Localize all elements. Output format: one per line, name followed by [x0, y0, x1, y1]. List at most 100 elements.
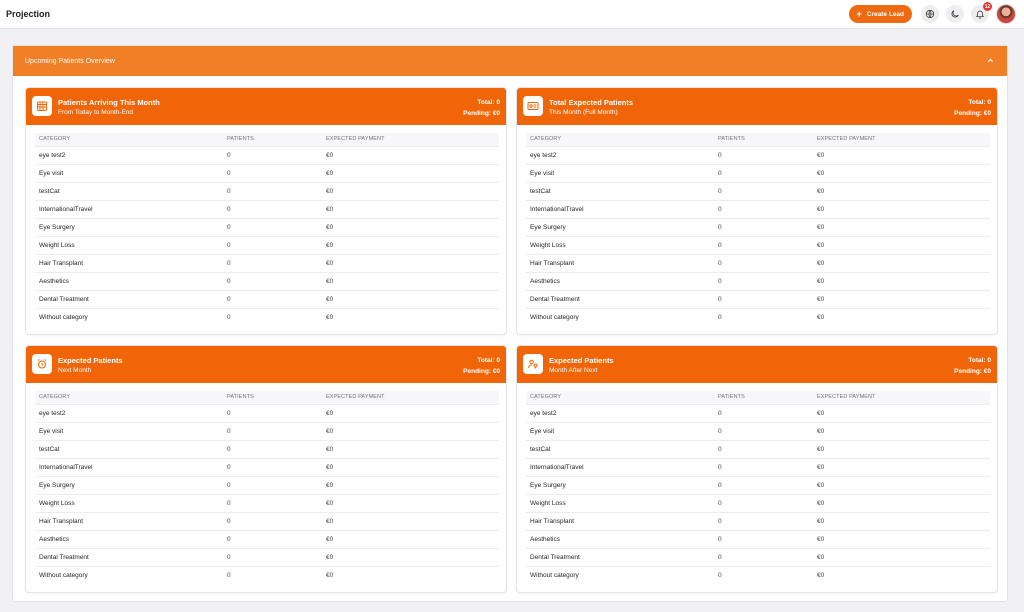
theme-toggle-button[interactable]	[946, 5, 964, 23]
category-cell: Without category	[526, 307, 714, 326]
table-row: InternationalTravel 0 €0	[526, 199, 990, 218]
column-header-patients: PATIENTS	[718, 136, 745, 143]
overview-header[interactable]: Upcoming Patients Overview	[13, 46, 1007, 76]
payment-cell: €0	[322, 163, 499, 182]
category-cell: eye test2	[35, 145, 223, 164]
payment-cell: €0	[322, 307, 499, 326]
id-card-icon	[527, 102, 539, 110]
pending-label: Pending: €0	[954, 368, 991, 375]
card-totals: Total: 0 Pending: €0	[954, 97, 991, 119]
table-row: Aesthetics 0 €0	[526, 529, 990, 548]
category-cell: Aesthetics	[35, 529, 223, 548]
table-row: InternationalTravel 0 €0	[35, 199, 499, 218]
category-cell: Weight Loss	[35, 493, 223, 512]
table-row: testCat 0 €0	[526, 439, 990, 458]
patients-cell: 0	[714, 547, 813, 566]
table-row: testCat 0 €0	[35, 181, 499, 200]
column-header-category: CATEGORY	[39, 136, 71, 143]
card-subtitle: This Month (Full Month)	[549, 109, 618, 116]
user-avatar[interactable]	[996, 4, 1016, 24]
plus-icon: +	[856, 8, 862, 19]
table-header-row: CATEGORY PATIENTS EXPECTED PAYMENT	[35, 391, 499, 404]
card-subtitle: From Today to Month-End	[58, 109, 134, 116]
category-cell: Eye Surgery	[526, 475, 714, 494]
category-cell: Hair Transplant	[526, 511, 714, 530]
payment-cell: €0	[813, 163, 990, 182]
column-header-payment: EXPECTED PAYMENT	[326, 394, 385, 401]
card-totals: Total: 0 Pending: €0	[463, 97, 500, 119]
category-cell: Eye visit	[526, 163, 714, 182]
create-lead-button[interactable]: + Create Lead	[848, 5, 912, 23]
chevron-up-icon[interactable]	[986, 56, 995, 65]
table-row: Hair Transplant 0 €0	[35, 253, 499, 272]
category-cell: Without category	[526, 565, 714, 584]
category-cell: testCat	[526, 181, 714, 200]
patients-cell: 0	[223, 145, 322, 164]
card-subtitle: Month After Next	[549, 367, 598, 374]
category-cell: Eye visit	[35, 421, 223, 440]
patients-cell: 0	[223, 163, 322, 182]
globe-icon	[925, 9, 935, 19]
payment-cell: €0	[813, 271, 990, 290]
category-cell: Aesthetics	[526, 529, 714, 548]
column-header-category: CATEGORY	[530, 136, 562, 143]
payment-cell: €0	[322, 511, 499, 530]
payment-cell: €0	[322, 421, 499, 440]
category-cell: Dental Treatment	[35, 547, 223, 566]
payment-cell: €0	[813, 565, 990, 584]
table-row: Eye visit 0 €0	[526, 163, 990, 182]
payment-cell: €0	[813, 181, 990, 200]
category-cell: Eye Surgery	[35, 475, 223, 494]
category-cell: Eye visit	[526, 421, 714, 440]
category-cell: Aesthetics	[35, 271, 223, 290]
table-row: Eye Surgery 0 €0	[35, 475, 499, 494]
table-row: Aesthetics 0 €0	[35, 271, 499, 290]
table-row: Hair Transplant 0 €0	[526, 511, 990, 530]
category-cell: eye test2	[526, 145, 714, 164]
category-cell: Eye Surgery	[526, 217, 714, 236]
card-title: Total Expected Patients	[549, 98, 634, 107]
table-header-row: CATEGORY PATIENTS EXPECTED PAYMENT	[35, 133, 499, 146]
overview-title: Upcoming Patients Overview	[25, 57, 115, 65]
category-cell: Dental Treatment	[526, 289, 714, 308]
table-row: Aesthetics 0 €0	[35, 529, 499, 548]
table-header-row: CATEGORY PATIENTS EXPECTED PAYMENT	[526, 391, 990, 404]
payment-cell: €0	[322, 403, 499, 422]
patients-cell: 0	[223, 181, 322, 200]
payment-cell: €0	[322, 271, 499, 290]
projection-card: Total Expected Patients This Month (Full…	[516, 87, 998, 335]
category-cell: InternationalTravel	[526, 457, 714, 476]
total-label: Total: 0	[477, 357, 500, 364]
calendar-grid-icon	[37, 101, 47, 111]
payment-cell: €0	[322, 565, 499, 584]
patients-cell: 0	[223, 529, 322, 548]
payment-cell: €0	[813, 253, 990, 272]
column-header-patients: PATIENTS	[718, 394, 745, 401]
column-header-patients: PATIENTS	[227, 136, 254, 143]
moon-icon	[951, 10, 959, 18]
table-row: eye test2 0 €0	[526, 145, 990, 164]
category-cell: Without category	[35, 565, 223, 584]
category-cell: Hair Transplant	[35, 253, 223, 272]
create-lead-label: Create Lead	[866, 10, 904, 18]
category-cell: Without category	[35, 307, 223, 326]
payment-cell: €0	[813, 439, 990, 458]
language-button[interactable]	[921, 5, 939, 23]
table-row: eye test2 0 €0	[35, 145, 499, 164]
notifications-button[interactable]: 12	[971, 2, 992, 23]
table-row: testCat 0 €0	[35, 439, 499, 458]
payment-cell: €0	[322, 493, 499, 512]
card-title: Patients Arriving This Month	[58, 98, 160, 107]
category-cell: Weight Loss	[35, 235, 223, 254]
table-row: Eye Surgery 0 €0	[35, 217, 499, 236]
patients-cell: 0	[714, 289, 813, 308]
card-title: Expected Patients	[58, 356, 123, 365]
patients-cell: 0	[714, 403, 813, 422]
category-cell: Hair Transplant	[35, 511, 223, 530]
payment-cell: €0	[322, 475, 499, 494]
category-cell: Dental Treatment	[526, 547, 714, 566]
payment-cell: €0	[813, 403, 990, 422]
table-row: Weight Loss 0 €0	[526, 235, 990, 254]
patients-cell: 0	[714, 307, 813, 326]
table-row: Eye visit 0 €0	[526, 421, 990, 440]
